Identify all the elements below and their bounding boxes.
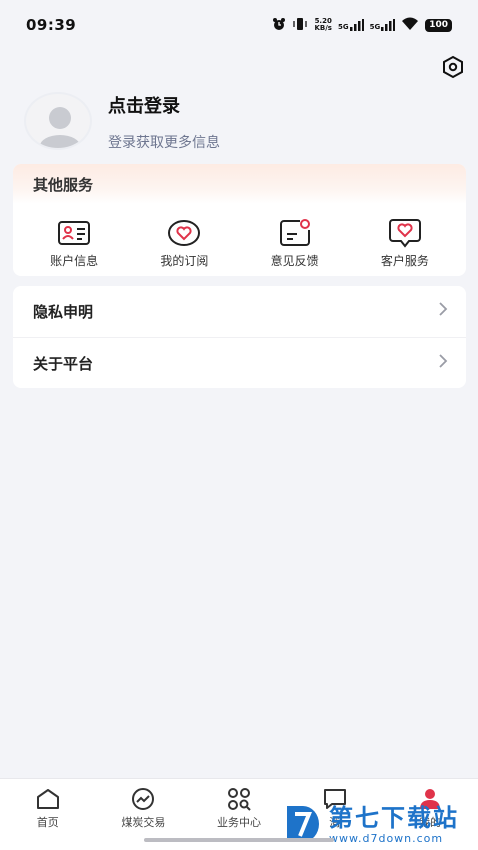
grid-icon: [227, 788, 251, 811]
services-title: 其他服务: [13, 164, 466, 204]
service-feedback[interactable]: 意见反馈: [245, 218, 345, 269]
tab-label: 煤炭交易: [121, 816, 166, 829]
service-label: 客户服务: [380, 254, 429, 268]
alarm-icon: [272, 17, 286, 34]
signal-icon: 5G: [338, 19, 364, 31]
tab-label: 业务中心: [216, 816, 261, 829]
default-avatar-icon: [40, 107, 80, 148]
status-time: 09:39: [26, 16, 77, 34]
heart-chat-icon: [388, 219, 421, 248]
wifi-icon: [401, 17, 419, 34]
service-label: 意见反馈: [270, 254, 319, 268]
net-type-2: 5G: [369, 23, 381, 31]
signal-icon: 5G: [370, 19, 396, 31]
trend-icon: [132, 788, 155, 810]
watermark-url: www.d7down.com: [329, 831, 444, 845]
tab-label: 首页: [36, 816, 59, 829]
home-indicator[interactable]: [144, 838, 334, 842]
service-label: 我的订阅: [160, 254, 209, 268]
home-icon: [36, 789, 59, 809]
menu-item-about[interactable]: 关于平台: [13, 337, 466, 388]
login-subtitle: 登录获取更多信息: [108, 135, 220, 151]
menu-card: 隐私申明 关于平台: [13, 286, 466, 388]
service-account-info[interactable]: 账户信息: [24, 218, 124, 269]
hexagon-settings-icon: [443, 55, 463, 79]
service-customer-service[interactable]: 客户服务: [355, 218, 455, 269]
menu-item-privacy[interactable]: 隐私申明: [13, 286, 466, 337]
watermark-title: 第七下载站: [329, 803, 459, 832]
feedback-icon: [279, 219, 310, 246]
profile-section[interactable]: 点击登录 登录获取更多信息: [24, 92, 454, 154]
heart-circle-icon: [168, 220, 201, 246]
avatar[interactable]: [24, 92, 92, 150]
net-type-1: 5G: [337, 23, 349, 31]
chevron-right-icon: [438, 301, 448, 322]
service-label: 账户信息: [50, 254, 99, 268]
id-card-icon: [58, 221, 91, 245]
watermark: 第七下载站 www.d7down.com: [283, 798, 478, 850]
service-my-subscription[interactable]: 我的订阅: [134, 218, 234, 269]
services-card: 其他服务 账户信息 我的订阅 意见反馈 客户服务: [13, 164, 466, 276]
login-title[interactable]: 点击登录: [108, 92, 180, 118]
status-icons: 5.20 KB/s 5G 5G 100: [272, 17, 452, 34]
tab-home[interactable]: 首页: [3, 787, 93, 850]
battery-icon: 100: [425, 18, 452, 32]
menu-item-label: 关于平台: [33, 354, 94, 373]
chevron-right-icon: [438, 353, 448, 374]
network-speed: 5.20 KB/s: [314, 18, 331, 32]
settings-button[interactable]: [440, 54, 466, 80]
speed-unit: KB/s: [314, 24, 332, 32]
menu-item-label: 隐私申明: [33, 303, 94, 321]
services-grid: 账户信息 我的订阅 意见反馈 客户服务: [13, 204, 466, 269]
status-bar: 09:39 5.20 KB/s 5G 5G 100: [0, 0, 478, 50]
vibrate-icon: [292, 17, 308, 34]
